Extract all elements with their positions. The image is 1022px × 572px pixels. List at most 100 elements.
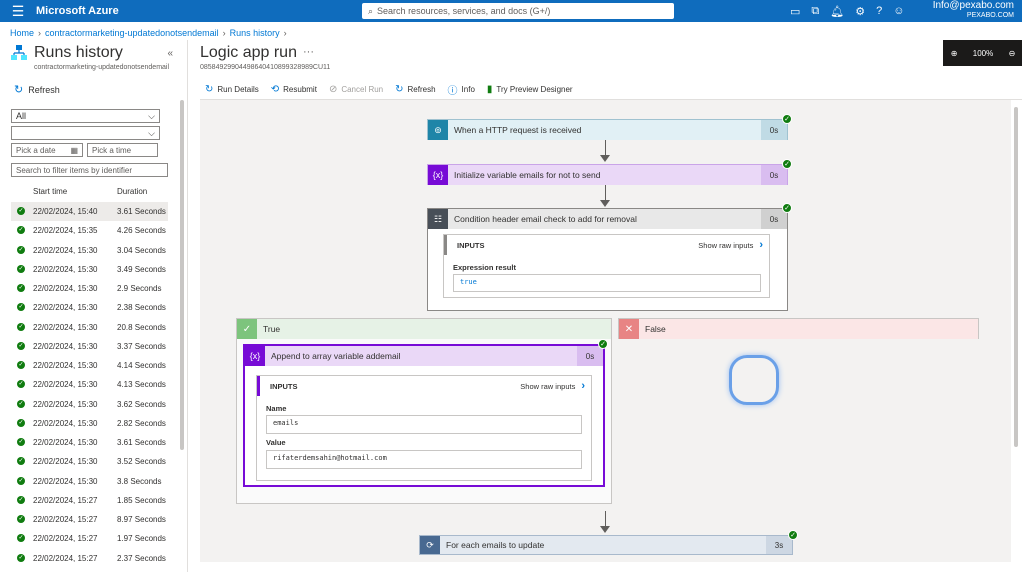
resubmit-button[interactable]: ⟲ Resubmit xyxy=(271,84,317,95)
search-placeholder: Search resources, services, and docs (G+… xyxy=(377,6,551,16)
secondary-filter-select[interactable]: ⌵ xyxy=(11,126,160,140)
run-row[interactable]: ✓ 22/02/2024, 15:30 4.14 Seconds xyxy=(11,356,168,375)
zoom-out-icon[interactable]: ⊖ xyxy=(1009,49,1016,58)
collapse-panel-icon[interactable]: « xyxy=(167,48,173,59)
run-duration: 3.04 Seconds xyxy=(117,245,166,255)
true-branch-label: True xyxy=(263,324,281,334)
run-row[interactable]: ✓ 22/02/2024, 15:30 2.82 Seconds xyxy=(11,414,168,433)
run-row[interactable]: ✓ 22/02/2024, 15:27 1.85 Seconds xyxy=(11,491,168,510)
run-row[interactable]: ✓ 22/02/2024, 15:27 8.97 Seconds xyxy=(11,510,168,529)
value-value: rifaterdemsahin@hotmail.com xyxy=(266,450,582,469)
expression-result-value: true xyxy=(453,274,761,292)
run-details-button[interactable]: ↻ Run Details xyxy=(205,84,259,95)
zoom-level: 100% xyxy=(972,48,994,58)
append-show-raw-inputs[interactable]: Show raw inputs › xyxy=(520,380,585,392)
col-duration[interactable]: Duration xyxy=(117,187,147,196)
refresh-label: Refresh xyxy=(28,84,60,95)
refresh-button[interactable]: ↻ Refresh xyxy=(14,83,60,96)
run-start-time: 22/02/2024, 15:30 xyxy=(33,361,98,370)
run-start-time: 22/02/2024, 15:30 xyxy=(33,264,98,274)
variable-icon: {x} xyxy=(428,165,448,185)
run-duration: 20.8 Seconds xyxy=(117,322,166,332)
runs-scrollbar[interactable] xyxy=(180,100,184,450)
success-check-icon: ✓ xyxy=(17,361,25,369)
run-row[interactable]: ✓ 22/02/2024, 15:30 3.04 Seconds xyxy=(11,241,168,260)
run-duration: 4.26 Seconds xyxy=(117,226,166,236)
help-icon[interactable]: ? xyxy=(876,5,882,17)
run-row[interactable]: ✓ 22/02/2024, 15:30 4.13 Seconds xyxy=(11,375,168,394)
cloud-shell-icon[interactable]: ▭ xyxy=(790,5,800,18)
false-branch[interactable]: ✕ False xyxy=(618,318,979,339)
init-variable-card[interactable]: {x} Initialize variable emails for not t… xyxy=(427,164,788,185)
col-start-time[interactable]: Start time xyxy=(33,187,67,196)
run-start-time: 22/02/2024, 15:30 xyxy=(33,418,98,428)
breadcrumb-logic-app[interactable]: contractormarketing-updatedonotsendemail xyxy=(45,28,219,38)
brand-link[interactable]: Microsoft Azure xyxy=(36,5,119,17)
foreach-success-icon: ✓ xyxy=(788,530,798,540)
show-raw-label: Show raw inputs xyxy=(698,240,754,250)
info-button[interactable]: ⓘ Info xyxy=(448,82,475,97)
notifications-bell-icon[interactable]: 🔔︎ xyxy=(830,5,844,18)
run-row[interactable]: ✓ 22/02/2024, 15:30 3.37 Seconds xyxy=(11,337,168,356)
refresh-icon: ↻ xyxy=(14,84,24,96)
foreach-card[interactable]: ⟳ For each emails to update 3s xyxy=(419,535,793,555)
checkmark-icon: ✓ xyxy=(237,319,257,339)
run-row[interactable]: ✓ 22/02/2024, 15:30 2.38 Seconds xyxy=(11,298,168,317)
run-row[interactable]: ✓ 22/02/2024, 15:40 3.61 Seconds xyxy=(11,202,168,222)
refresh-run-button[interactable]: ↻ Refresh xyxy=(395,84,435,95)
run-row[interactable]: ✓ 22/02/2024, 15:27 1.97 Seconds xyxy=(11,529,168,548)
run-row[interactable]: ✓ 22/02/2024, 15:30 20.8 Seconds xyxy=(11,318,168,337)
identifier-filter-placeholder: Search to filter items by identifier xyxy=(16,165,133,175)
breadcrumb-runs-history[interactable]: Runs history xyxy=(230,28,280,38)
refresh-run-label: Refresh xyxy=(407,85,436,94)
logic-app-icon xyxy=(11,45,27,60)
global-search-input[interactable]: ⌕ Search resources, services, and docs (… xyxy=(362,3,674,19)
trigger-card[interactable]: ⊚ When a HTTP request is received 0s xyxy=(427,119,788,140)
chevron-right-icon: › xyxy=(759,239,763,251)
status-filter-select[interactable]: All ⌵ xyxy=(11,109,160,123)
time-picker[interactable]: Pick a time xyxy=(87,143,158,157)
run-toolbar: ↻ Run Details ⟲ Resubmit ⊘ Cancel Run ↻ … xyxy=(205,82,573,97)
breadcrumb-home[interactable]: Home xyxy=(10,28,34,38)
date-picker[interactable]: Pick a date ▦ xyxy=(11,143,83,157)
http-request-icon: ⊚ xyxy=(428,120,448,140)
cancel-run-button[interactable]: ⊘ Cancel Run xyxy=(329,84,383,95)
run-start-time: 22/02/2024, 15:30 xyxy=(33,284,98,293)
run-start-time: 22/02/2024, 15:30 xyxy=(33,341,98,351)
settings-gear-icon[interactable]: ⚙ xyxy=(855,5,865,18)
time-placeholder: Pick a time xyxy=(92,145,132,155)
connector-arrow xyxy=(605,511,606,527)
append-success-icon: ✓ xyxy=(598,339,608,349)
run-row[interactable]: ✓ 22/02/2024, 15:30 3.62 Seconds xyxy=(11,395,168,414)
run-row[interactable]: ✓ 22/02/2024, 15:30 3.52 Seconds xyxy=(11,452,168,471)
more-options-icon[interactable]: ··· xyxy=(303,46,314,58)
identifier-filter-input[interactable]: Search to filter items by identifier xyxy=(11,163,168,177)
run-duration: 2.37 Seconds xyxy=(117,553,166,563)
preview-designer-button[interactable]: ▮ Try Preview Designer xyxy=(487,84,573,95)
feedback-icon[interactable]: ☺ xyxy=(893,5,904,17)
runs-table-header: Start time Duration xyxy=(11,185,168,199)
run-row[interactable]: ✓ 22/02/2024, 15:27 2.37 Seconds xyxy=(11,549,168,568)
value-field: Value xyxy=(266,438,286,447)
run-row[interactable]: ✓ 22/02/2024, 15:30 3.61 Seconds xyxy=(11,433,168,452)
page-title: Logic app run xyxy=(200,44,297,61)
run-row[interactable]: ✓ 22/02/2024, 15:30 3.8 Seconds xyxy=(11,472,168,491)
init-variable-label: Initialize variable emails for not to se… xyxy=(454,170,601,180)
zoom-in-icon[interactable]: ⊕ xyxy=(951,49,958,58)
top-bar: ☰ Microsoft Azure ⌕ Search resources, se… xyxy=(0,0,1022,22)
run-row[interactable]: ✓ 22/02/2024, 15:30 3.49 Seconds xyxy=(11,260,168,279)
canvas-scrollbar[interactable] xyxy=(1014,107,1018,447)
success-check-icon: ✓ xyxy=(17,495,25,504)
run-duration: 2.82 Seconds xyxy=(117,418,166,428)
info-label: Info xyxy=(461,85,475,94)
run-start-time: 22/02/2024, 15:30 xyxy=(33,399,98,409)
run-row[interactable]: ✓ 22/02/2024, 15:35 4.26 Seconds xyxy=(11,221,168,240)
runs-list: ✓ 22/02/2024, 15:40 3.61 Seconds ✓ 22/02/202… xyxy=(11,202,168,568)
chevron-down-icon: ⌵ xyxy=(148,127,155,138)
condition-show-raw-inputs[interactable]: Show raw inputs › xyxy=(698,239,763,251)
run-row[interactable]: ✓ 22/02/2024, 15:30 2.9 Seconds xyxy=(11,279,168,298)
menu-icon[interactable]: ☰ xyxy=(0,3,36,20)
account-menu[interactable]: Info@pexabo.com PEXABO.COM xyxy=(933,1,1014,21)
directory-filter-icon[interactable]: ⧉ xyxy=(811,5,819,18)
condition-inputs-heading: INPUTS xyxy=(457,240,485,250)
